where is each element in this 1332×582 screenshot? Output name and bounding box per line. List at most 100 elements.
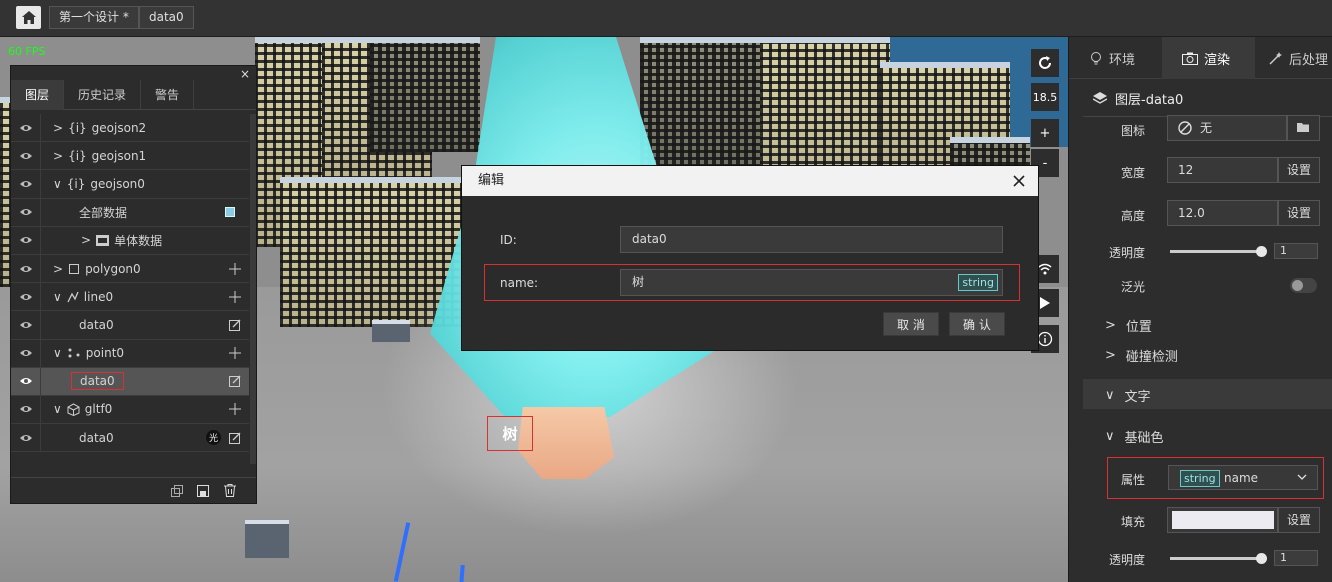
properties-tabs: 环境 渲染 后处理 — [1069, 37, 1332, 79]
layer-row-point-data0[interactable]: data0 — [11, 367, 249, 396]
layer-row-gltf0[interactable]: ∨ gltf0 — [11, 395, 249, 425]
edit-icon[interactable] — [229, 432, 241, 444]
wand-icon — [1269, 52, 1282, 65]
tab-layers[interactable]: 图层 — [11, 80, 65, 110]
icon-select[interactable]: 无 — [1167, 115, 1287, 141]
opacity-input[interactable]: 1 — [1274, 243, 1318, 259]
layer-row-geojson2[interactable]: > {i} geojson2 — [11, 114, 249, 143]
layer-label: geojson1 — [91, 148, 147, 163]
eye-icon[interactable] — [19, 149, 33, 163]
home-button[interactable] — [16, 6, 41, 29]
chevron-right-icon[interactable]: > — [53, 149, 63, 163]
eye-icon[interactable] — [19, 346, 33, 360]
glow-toggle[interactable] — [1290, 278, 1317, 293]
save-icon[interactable] — [197, 485, 209, 497]
layer-row-polygon0[interactable]: > polygon0 — [11, 254, 249, 284]
eye-icon[interactable] — [19, 121, 33, 135]
add-icon[interactable] — [229, 290, 241, 303]
tab-environment[interactable]: 环境 — [1069, 37, 1162, 79]
eye-icon[interactable] — [19, 402, 33, 416]
eye-icon[interactable] — [19, 374, 33, 388]
close-icon[interactable] — [1012, 174, 1026, 188]
add-icon[interactable] — [229, 403, 241, 416]
chevron-right-icon[interactable]: > — [53, 121, 63, 135]
fill-color-swatch[interactable] — [1172, 511, 1274, 529]
layer-row-geojson0[interactable]: ∨ {i} geojson0 — [11, 170, 249, 199]
panel-title: 图层-data0 — [1093, 89, 1183, 108]
eye-icon[interactable] — [19, 262, 33, 276]
attribute-select[interactable]: string name — [1168, 465, 1318, 490]
type-tag: string — [1180, 470, 1220, 487]
chevron-down-icon[interactable]: ∨ — [53, 346, 62, 360]
light-badge: 光 — [206, 430, 221, 446]
eye-icon[interactable] — [19, 233, 33, 247]
color-swatch[interactable] — [225, 207, 235, 218]
edit-icon[interactable] — [229, 375, 241, 388]
chevron-down-icon[interactable]: ∨ — [53, 177, 62, 191]
breadcrumb-data0[interactable]: data0 — [139, 6, 194, 29]
opacity-slider-handle[interactable] — [1256, 246, 1268, 257]
trash-icon[interactable] — [224, 484, 236, 497]
text-opacity-slider[interactable] — [1170, 557, 1266, 560]
layer-label: 全部数据 — [79, 205, 128, 220]
refresh-button[interactable] — [1031, 49, 1059, 77]
layer-row-gltf-data0[interactable]: data0 光 — [11, 424, 249, 453]
dialog-header: 编辑 — [462, 166, 1038, 196]
confirm-button[interactable]: 确 认 — [949, 312, 1005, 336]
layer-row-line-data0[interactable]: data0 — [11, 311, 249, 340]
text-opacity-slider-handle[interactable] — [1256, 553, 1268, 564]
id-field[interactable]: data0 — [620, 226, 1003, 253]
section-collision[interactable]: > 碰撞检测 — [1105, 346, 1178, 365]
height-set-button[interactable]: 设置 — [1278, 200, 1320, 226]
chevron-down-icon[interactable]: ∨ — [53, 290, 62, 304]
chevron-right-icon[interactable]: > — [81, 233, 91, 247]
section-base-color[interactable]: ∨ 基础色 — [1105, 427, 1164, 446]
layer-row-single-data[interactable]: > 单体数据 — [11, 226, 249, 255]
copy-icon[interactable] — [171, 485, 183, 497]
add-icon[interactable] — [229, 262, 241, 275]
name-field[interactable]: 树 string — [620, 269, 1003, 296]
tab-postprocess[interactable]: 后处理 — [1255, 37, 1332, 79]
opacity-slider[interactable] — [1170, 250, 1266, 253]
zoom-in-button[interactable]: + — [1031, 119, 1059, 147]
chevron-right-icon[interactable]: > — [53, 262, 63, 276]
home-icon — [21, 11, 36, 24]
cancel-button[interactable]: 取 消 — [883, 312, 939, 336]
bulb-icon — [1091, 51, 1101, 64]
panel-close-button[interactable]: × — [240, 68, 250, 80]
layer-row-geojson1[interactable]: > {i} geojson1 — [11, 142, 249, 171]
id-label: ID: — [500, 233, 517, 247]
tab-render[interactable]: 渲染 — [1162, 37, 1255, 79]
layer-list: > {i} geojson2 > {i} geojson1 ∨ {i} geoj… — [11, 114, 249, 453]
chevron-down-icon: ∨ — [1105, 388, 1115, 403]
layer-label: geojson0 — [90, 176, 145, 191]
add-icon[interactable] — [229, 347, 241, 360]
breadcrumb-design[interactable]: 第一个设计 * — [49, 6, 139, 29]
layers-icon — [1093, 92, 1107, 104]
section-position[interactable]: > 位置 — [1105, 316, 1152, 335]
width-input[interactable]: 12 — [1167, 157, 1278, 183]
height-input[interactable]: 12.0 — [1167, 200, 1278, 226]
fill-set-button[interactable]: 设置 — [1278, 507, 1320, 533]
eye-icon[interactable] — [19, 318, 33, 332]
layer-row-all-data[interactable]: 全部数据 — [11, 198, 249, 227]
chevron-down-icon[interactable]: ∨ — [53, 402, 62, 416]
eye-icon[interactable] — [19, 177, 33, 191]
edit-icon[interactable] — [229, 319, 241, 331]
open-folder-button[interactable] — [1287, 115, 1320, 141]
eye-icon[interactable] — [19, 205, 33, 219]
text-opacity-input[interactable]: 1 — [1274, 550, 1318, 566]
type-tag: string — [958, 274, 998, 291]
layer-row-point0[interactable]: ∨ point0 — [11, 339, 249, 368]
eye-icon[interactable] — [19, 431, 33, 445]
geojson-icon: {i} — [68, 120, 87, 135]
layer-row-line0[interactable]: ∨ line0 — [11, 283, 249, 312]
name-label: name: — [500, 276, 539, 290]
width-set-button[interactable]: 设置 — [1278, 157, 1320, 183]
layer-list-scrollbar[interactable] — [250, 114, 256, 464]
geojson-icon: {i} — [68, 148, 87, 163]
section-text[interactable]: ∨ 文字 — [1105, 386, 1151, 405]
eye-icon[interactable] — [19, 290, 33, 304]
tab-warnings[interactable]: 警告 — [141, 80, 195, 110]
tab-history[interactable]: 历史记录 — [64, 80, 142, 110]
